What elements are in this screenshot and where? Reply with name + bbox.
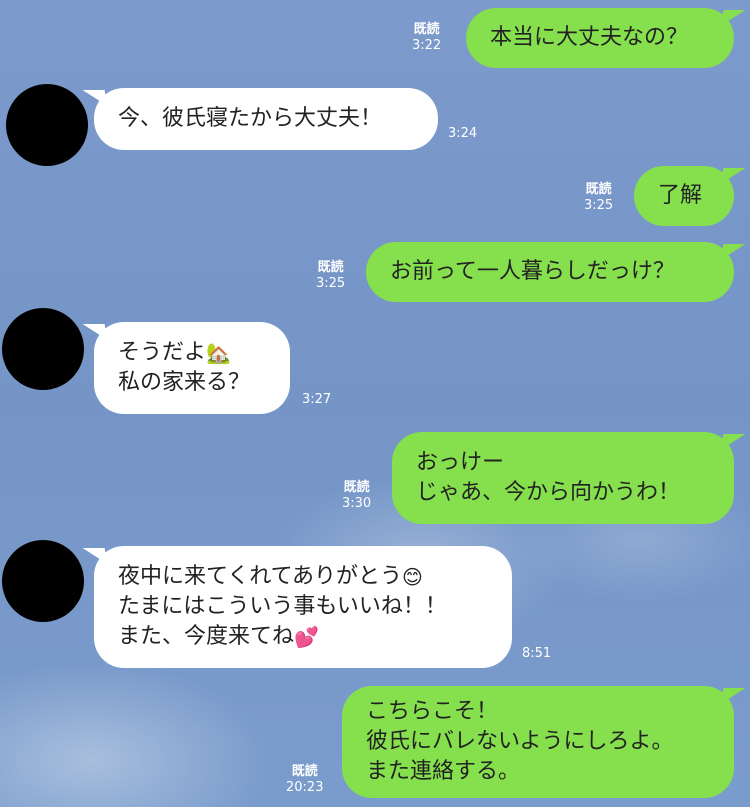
message-text: 了解 — [658, 183, 703, 208]
message-line: また、今度来てね💕 — [118, 622, 488, 652]
avatar[interactable] — [6, 84, 88, 166]
message-text: 彼氏にバレないようにしろよ。 — [366, 729, 674, 754]
message-bubble-received[interactable]: 今、彼氏寝たから大丈夫！ — [94, 88, 438, 150]
message-text: たまにはこういう事もいいね！！ — [118, 594, 447, 619]
message-meta: 既読 3:25 — [316, 260, 345, 292]
message-meta: 既読 3:22 — [412, 22, 441, 54]
message-text: 夜中に来てくれてありがとう — [118, 564, 403, 589]
timestamp: 3:25 — [584, 198, 614, 213]
message-text: こちらこそ！ — [366, 699, 499, 724]
message-line: そうだよ🏡 — [118, 338, 266, 368]
message-text: そうだよ — [118, 340, 207, 365]
timestamp: 3:22 — [412, 38, 442, 53]
message-meta: 既読 20:23 — [286, 764, 323, 796]
message-line: 夜中に来てくれてありがとう😊 — [118, 562, 488, 592]
message-bubble-sent[interactable]: 本当に大丈夫なの？ — [466, 8, 734, 68]
two-hearts-emoji-icon: 💕 — [294, 625, 319, 649]
timestamp: 3:27 — [302, 392, 332, 407]
message-meta: 既読 3:30 — [342, 480, 371, 512]
message-text: 本当に大丈夫なの？ — [490, 25, 689, 50]
message-bubble-sent[interactable]: おっけー じゃあ、今から向かうわ！ — [392, 432, 734, 524]
message-bubble-received[interactable]: 夜中に来てくれてありがとう😊 たまにはこういう事もいいね！！ また、今度来てね💕 — [94, 546, 512, 668]
message-text: じゃあ、今から向かうわ！ — [416, 480, 681, 505]
avatar[interactable] — [2, 540, 84, 622]
smiling-face-emoji-icon: 😊 — [402, 565, 423, 589]
timestamp: 3:24 — [448, 126, 478, 141]
message-text: 今、彼氏寝たから大丈夫！ — [118, 106, 383, 131]
message-text: おっけー — [416, 450, 505, 475]
message-bubble-sent[interactable]: お前って一人暮らしだっけ？ 了解 — [634, 166, 734, 226]
timestamp: 8:51 — [522, 646, 552, 661]
read-receipt: 既読 — [585, 182, 612, 197]
avatar[interactable] — [2, 308, 84, 390]
message-text: また、今度来てね — [118, 624, 295, 649]
message-bubble-received[interactable]: そうだよ🏡 私の家来る？ — [94, 322, 290, 414]
read-receipt: 既読 — [343, 480, 370, 495]
read-receipt: 既読 — [317, 260, 344, 275]
message-bubble-sent[interactable]: こちらこそ！ 彼氏にバレないようにしろよ。 また連絡する。 — [342, 686, 734, 798]
house-emoji-icon: 🏡 — [206, 341, 231, 365]
read-receipt: 既読 — [291, 764, 318, 779]
message-text: 私の家来る？ — [118, 370, 251, 395]
timestamp: 3:25 — [316, 276, 346, 291]
timestamp: 20:23 — [286, 780, 324, 795]
message-text: お前って一人暮らしだっけ？ — [390, 259, 675, 284]
message-bubble-sent[interactable]: お前って一人暮らしだっけ？ — [366, 242, 734, 302]
message-meta: 既読 3:25 — [584, 182, 613, 214]
timestamp: 3:30 — [342, 496, 372, 511]
message-text: また連絡する。 — [366, 759, 521, 784]
read-receipt: 既読 — [413, 22, 440, 37]
